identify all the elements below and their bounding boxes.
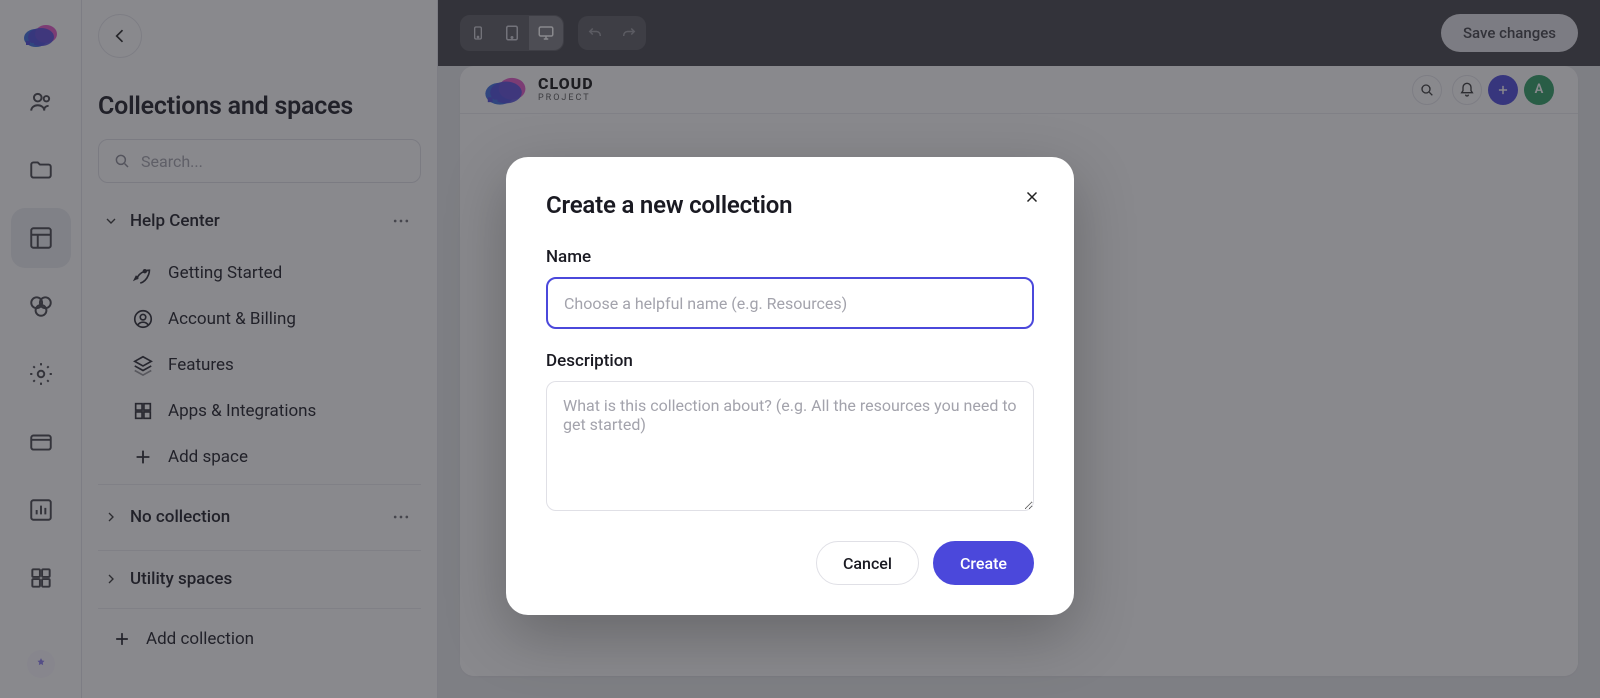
description-field-label: Description [546,351,1034,371]
collection-name-input[interactable] [546,277,1034,329]
create-collection-modal: Create a new collection Name Description… [506,157,1074,615]
modal-overlay[interactable]: Create a new collection Name Description… [0,0,1600,698]
cancel-button[interactable]: Cancel [816,541,919,585]
modal-title: Create a new collection [546,191,1034,219]
modal-close-button[interactable] [1018,183,1046,211]
name-field-label: Name [546,247,1034,267]
collection-description-input[interactable] [546,381,1034,511]
create-button[interactable]: Create [933,541,1034,585]
